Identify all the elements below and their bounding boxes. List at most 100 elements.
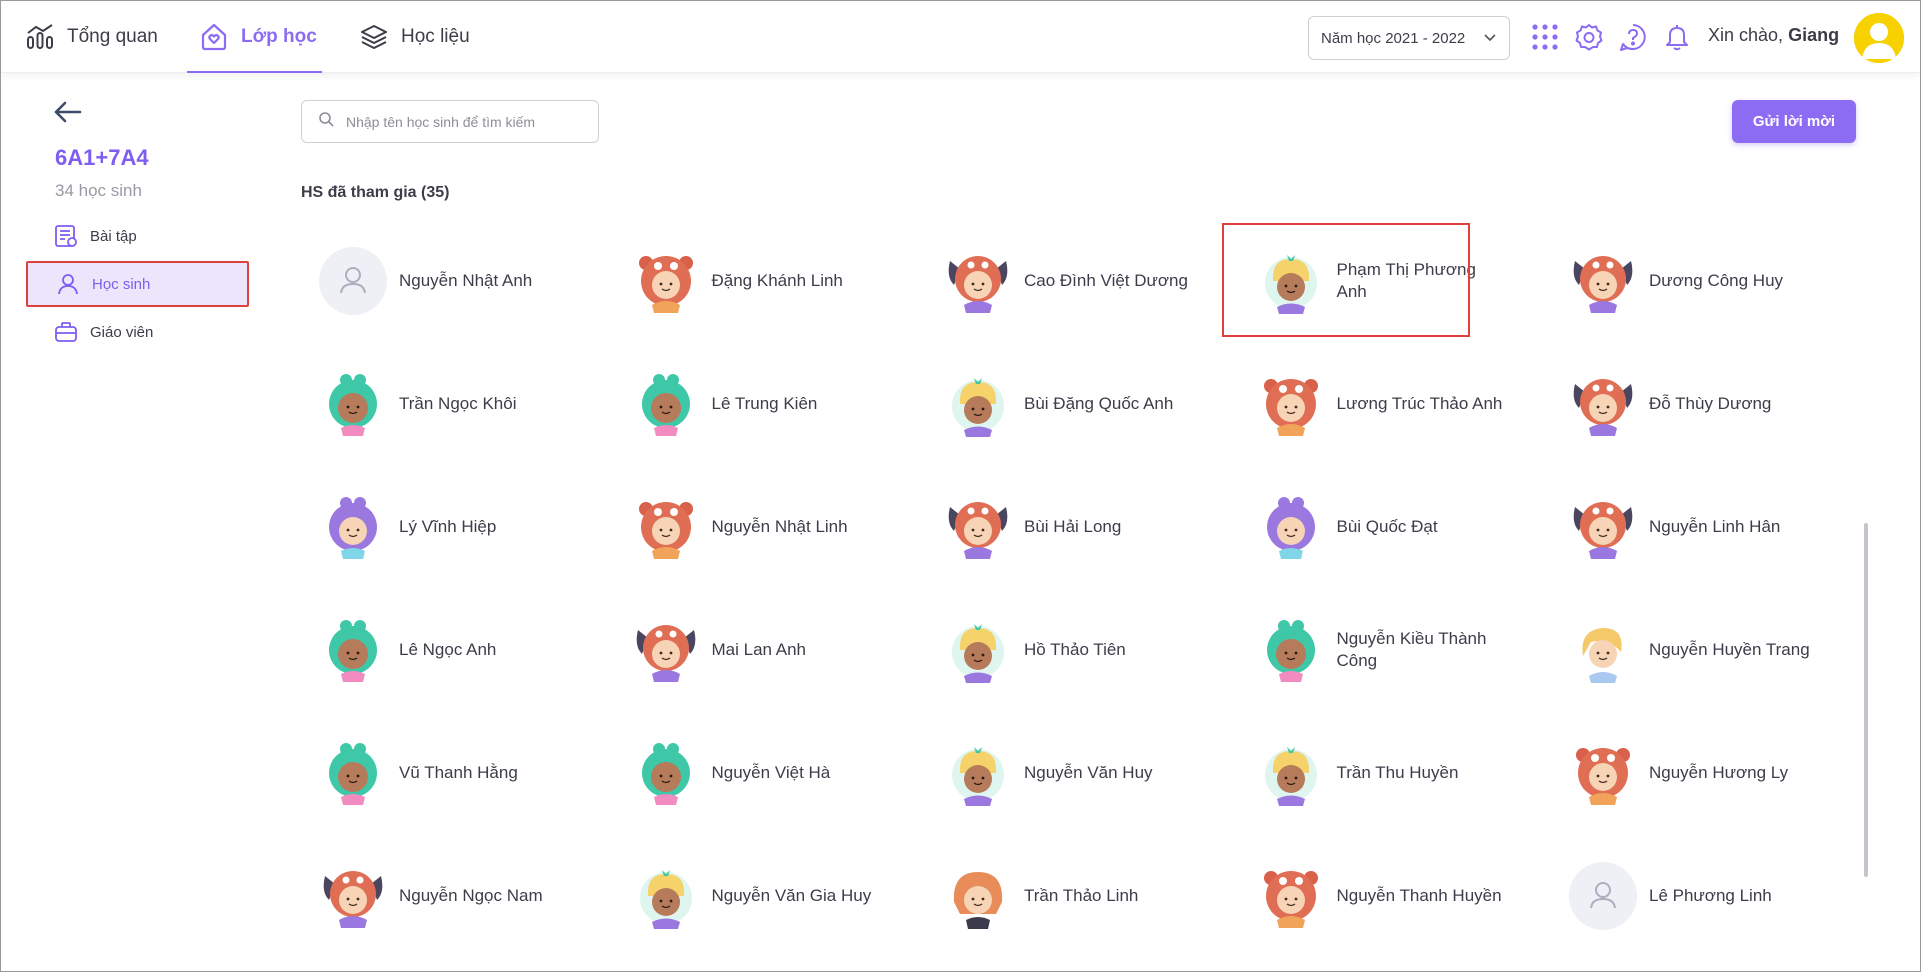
student-card[interactable]: Lương Trúc Thảo Anh: [1239, 358, 1552, 450]
student-avatar: [632, 862, 700, 930]
student-card[interactable]: Cao Đình Việt Dương: [926, 235, 1239, 327]
student-name: Phạm Thị Phương Anh: [1336, 260, 1476, 301]
sidebar-item-teachers[interactable]: Giáo viên: [26, 309, 249, 355]
class-student-count: 34 học sinh: [55, 181, 142, 200]
help-icon[interactable]: [1617, 21, 1649, 53]
student-card[interactable]: Dương Công Huy: [1551, 235, 1864, 327]
student-name: Đặng Khánh Linh: [711, 271, 843, 290]
bell-icon[interactable]: [1661, 21, 1693, 53]
student-name: Nguyễn Thanh Huyền: [1336, 886, 1502, 905]
student-name: Nguyễn Hương Ly: [1649, 763, 1789, 782]
student-name: Lý Vĩnh Hiệp: [399, 517, 497, 536]
search-icon: [318, 111, 334, 132]
student-name: Nguyễn Văn Huy: [1024, 763, 1153, 782]
student-avatar: [1569, 739, 1637, 807]
student-name: Mai Lan Anh: [711, 640, 807, 659]
student-card[interactable]: Trần Thu Huyền: [1239, 727, 1552, 819]
student-avatar: [632, 616, 700, 684]
student-avatar: [944, 616, 1012, 684]
class-heart-icon: [199, 22, 229, 52]
student-card[interactable]: Nguyễn Huyền Trang: [1551, 604, 1864, 696]
student-avatar: [319, 616, 387, 684]
school-year-select[interactable]: Năm học 2021 - 2022: [1308, 16, 1510, 60]
nav-overview[interactable]: Tổng quan: [25, 1, 158, 73]
joined-students-title: HS đã tham gia (35): [301, 184, 450, 201]
student-name: Nguyễn Linh Hân: [1649, 517, 1781, 536]
student-card[interactable]: Trần Ngọc Khôi: [301, 358, 614, 450]
student-card[interactable]: Mai Lan Anh: [614, 604, 927, 696]
student-name: Đỗ Thùy Dương: [1649, 394, 1772, 413]
gear-icon[interactable]: [1573, 21, 1605, 53]
student-card[interactable]: Nguyễn Thanh Huyền: [1239, 850, 1552, 942]
student-card[interactable]: Bùi Đặng Quốc Anh: [926, 358, 1239, 450]
student-avatar: [944, 739, 1012, 807]
student-card[interactable]: Nguyễn Linh Hân: [1551, 481, 1864, 573]
sidebar-item-assignments[interactable]: Bài tập: [26, 213, 249, 259]
student-name: Trần Thảo Linh: [1024, 886, 1139, 905]
student-grid: Nguyễn Nhật Anh Đặng Khánh Linh Cao Đình V…: [301, 223, 1864, 971]
class-name: 6A1+7A4: [55, 145, 149, 170]
greeting: Xin chào, Giang: [1708, 25, 1839, 46]
student-name: Dương Công Huy: [1649, 271, 1784, 290]
student-avatar: [319, 862, 387, 930]
student-card[interactable]: Đỗ Thùy Dương: [1551, 358, 1864, 450]
student-card[interactable]: Hồ Thảo Tiên: [926, 604, 1239, 696]
search-input[interactable]: [346, 113, 576, 130]
student-card[interactable]: Phạm Thị Phương Anh: [1221, 223, 1552, 337]
top-bar: Tổng quan Lớp học Học liệu Năm học 2021 …: [1, 1, 1920, 73]
student-name: Nguyễn Nhật Anh: [399, 271, 533, 290]
student-avatar: [1569, 370, 1637, 438]
student-avatar: [1257, 739, 1325, 807]
student-avatar: [1257, 862, 1325, 930]
student-search[interactable]: [301, 100, 599, 143]
student-card[interactable]: Bùi Hải Long: [926, 481, 1239, 573]
student-name: Trần Thu Huyền: [1336, 763, 1459, 782]
student-name: Cao Đình Việt Dương: [1024, 271, 1188, 290]
student-name: Hồ Thảo Tiên: [1024, 640, 1126, 659]
student-card[interactable]: Bùi Quốc Đạt: [1239, 481, 1552, 573]
nav-class[interactable]: Lớp học: [187, 1, 322, 73]
sidebar-item-students[interactable]: Học sinh: [26, 261, 249, 307]
chevron-down-icon: [1483, 30, 1497, 48]
student-card[interactable]: Nguyễn Nhật Linh: [614, 481, 927, 573]
student-card[interactable]: Lê Ngọc Anh: [301, 604, 614, 696]
student-avatar: [319, 493, 387, 561]
student-card[interactable]: Nguyễn Việt Hà: [614, 727, 927, 819]
back-arrow-icon[interactable]: [53, 99, 85, 127]
nav-overview-label: Tổng quan: [67, 26, 158, 47]
student-card[interactable]: Nguyễn Văn Huy: [926, 727, 1239, 819]
student-card[interactable]: Lê Trung Kiên: [614, 358, 927, 450]
apps-grid-icon[interactable]: [1529, 21, 1561, 53]
nav-material-label: Học liệu: [401, 26, 470, 47]
sidebar-item-label: Bài tập: [90, 227, 137, 245]
student-card[interactable]: Nguyễn Văn Gia Huy: [614, 850, 927, 942]
student-avatar: [944, 493, 1012, 561]
student-card[interactable]: Nguyễn Hương Ly: [1551, 727, 1864, 819]
layers-icon: [359, 22, 389, 52]
student-name: Nguyễn Nhật Linh: [711, 517, 848, 536]
student-name: Lê Trung Kiên: [711, 394, 818, 413]
student-avatar: [944, 247, 1012, 315]
student-name: Nguyễn Huyền Trang: [1649, 640, 1810, 659]
student-card[interactable]: Vũ Thanh Hằng: [301, 727, 614, 819]
student-avatar: [1257, 616, 1325, 684]
sidebar-item-label: Học sinh: [92, 275, 151, 293]
student-card[interactable]: Trần Thảo Linh: [926, 850, 1239, 942]
student-card[interactable]: Đặng Khánh Linh: [614, 235, 927, 327]
student-card[interactable]: Nguyễn Kiều Thành Công: [1239, 604, 1552, 696]
student-card[interactable]: Lê Phương Linh: [1551, 850, 1864, 942]
scrollbar[interactable]: [1864, 523, 1868, 877]
nav-material[interactable]: Học liệu: [359, 1, 470, 73]
student-card[interactable]: Lý Vĩnh Hiệp: [301, 481, 614, 573]
student-avatar: [632, 247, 700, 315]
student-name: Nguyễn Ngọc Nam: [399, 886, 543, 905]
student-avatar: [1569, 616, 1637, 684]
student-avatar: [632, 370, 700, 438]
school-year-value: Năm học 2021 - 2022: [1321, 29, 1466, 47]
student-avatar: [632, 493, 700, 561]
user-avatar[interactable]: [1854, 13, 1904, 63]
student-card[interactable]: Nguyễn Nhật Anh: [301, 235, 614, 327]
student-name: Nguyễn Kiều Thành Công: [1336, 629, 1487, 670]
student-card[interactable]: Nguyễn Ngọc Nam: [301, 850, 614, 942]
send-invite-button[interactable]: Gửi lời mời: [1732, 100, 1856, 143]
